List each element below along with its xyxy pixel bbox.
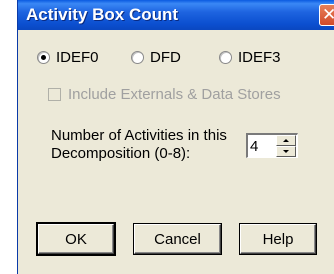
method-radio-group: IDEF0 DFD IDEF3 xyxy=(18,47,334,67)
radio-dfd[interactable]: DFD xyxy=(131,47,181,67)
radio-dfd-circle[interactable] xyxy=(131,50,144,64)
cancel-button[interactable]: Cancel xyxy=(134,224,221,254)
radio-idef0-label: IDEF0 xyxy=(56,48,99,66)
externals-checkbox-label: Include Externals & Data Stores xyxy=(68,85,281,103)
window-title: Activity Box Count xyxy=(26,5,179,24)
close-button[interactable]: ✕ xyxy=(319,4,334,26)
radio-dfd-label: DFD xyxy=(150,48,181,66)
externals-checkbox-row: Include Externals & Data Stores xyxy=(48,84,281,104)
radio-idef3-label: IDEF3 xyxy=(238,48,281,66)
spin-up-icon[interactable] xyxy=(276,135,296,146)
activity-count-value[interactable]: 4 xyxy=(250,138,258,155)
activity-count-label: Number of Activities in this Decompositi… xyxy=(51,127,227,162)
close-icon: ✕ xyxy=(322,5,334,24)
radio-idef0-circle[interactable] xyxy=(37,50,50,64)
help-button[interactable]: Help xyxy=(240,224,316,254)
ok-button[interactable]: OK xyxy=(38,224,114,254)
title-bar[interactable]: Activity Box Count ✕ xyxy=(18,0,334,30)
activity-count-spinner[interactable]: 4 xyxy=(246,133,298,158)
radio-idef0[interactable]: IDEF0 xyxy=(37,47,99,67)
spin-down-icon[interactable] xyxy=(276,146,296,157)
radio-idef3[interactable]: IDEF3 xyxy=(219,47,281,67)
dialog-window: Activity Box Count ✕ IDEF0 DFD IDEF3 Inc… xyxy=(17,0,334,274)
radio-idef3-circle[interactable] xyxy=(219,50,232,64)
externals-checkbox xyxy=(48,87,61,101)
